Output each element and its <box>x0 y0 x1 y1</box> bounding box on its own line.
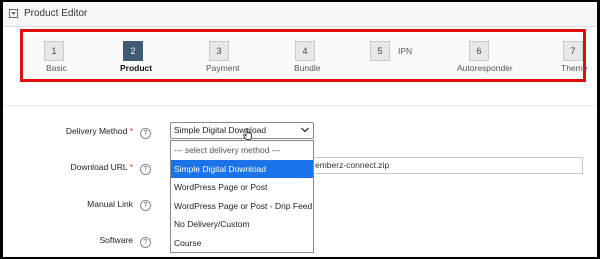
collapse-arrow-icon[interactable] <box>9 9 18 18</box>
panel-title: Product Editor <box>24 8 88 19</box>
step-number: 4 <box>295 41 315 61</box>
manual-link-label: Manual Link <box>87 199 133 209</box>
help-icon[interactable]: ? <box>140 164 151 175</box>
delivery-method-dropdown-list: --- select delivery method --- Simple Di… <box>170 140 314 253</box>
step-label: Theme <box>561 63 588 73</box>
wizard-steps: 1 Basic 2 Product 3 Payment 4 Bundle 5 I… <box>26 35 587 76</box>
hand-cursor-icon <box>243 128 252 140</box>
required-marker: * <box>129 162 133 172</box>
step-number: 1 <box>44 41 64 61</box>
dropdown-option[interactable]: WordPress Page or Post - Drip Feed <box>171 197 313 216</box>
steps-highlight-outline: 1 Basic 2 Product 3 Payment 4 Bundle 5 I… <box>20 29 587 82</box>
step-label: IPN <box>398 46 413 56</box>
dropdown-option[interactable]: WordPress Page or Post <box>171 178 313 197</box>
step-number: 6 <box>469 41 489 61</box>
step-label: Payment <box>206 63 240 73</box>
step-number: 3 <box>209 41 229 61</box>
help-icon[interactable]: ? <box>140 200 151 211</box>
step-number: 5 <box>370 41 390 61</box>
step-label: Bundle <box>294 63 321 73</box>
dropdown-option[interactable]: Course <box>171 234 313 253</box>
dropdown-option-selected[interactable]: Simple Digital Download <box>171 159 313 178</box>
dropdown-option[interactable]: --- select delivery method --- <box>171 141 313 160</box>
step-number: 2 <box>123 41 143 61</box>
dropdown-option[interactable]: No Delivery/Custom <box>171 215 313 234</box>
product-editor-panel: Product Editor 1 Basic 2 Product 3 Payme… <box>3 2 597 257</box>
section-divider <box>3 105 597 106</box>
software-label: Software <box>99 235 133 245</box>
required-marker: * <box>129 126 133 136</box>
help-icon[interactable]: ? <box>140 237 151 248</box>
step-label: Product <box>120 63 153 73</box>
download-url-input[interactable]: emberz-connect.zip <box>313 157 583 174</box>
download-url-label: Download URL * <box>70 162 133 172</box>
chevron-down-icon <box>301 127 309 133</box>
help-icon[interactable]: ? <box>140 128 151 139</box>
step-number: 7 <box>563 41 583 61</box>
delivery-method-label: Delivery Method * <box>65 126 133 136</box>
delivery-method-select[interactable]: Simple Digital Download <box>170 122 314 139</box>
step-label: Autoresponder <box>457 63 513 73</box>
step-label: Basic <box>46 63 67 73</box>
panel-header: Product Editor <box>3 2 597 27</box>
